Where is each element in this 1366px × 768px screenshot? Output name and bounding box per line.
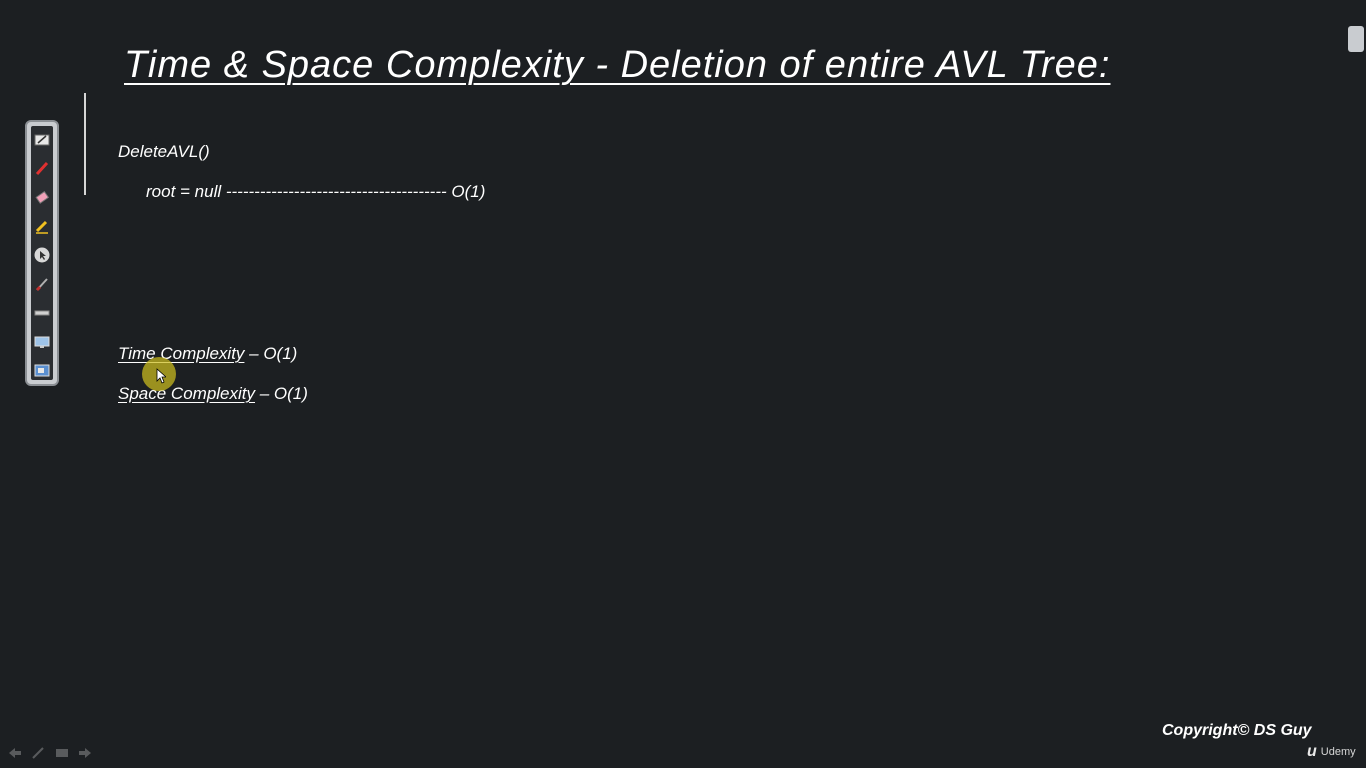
slide-title: Time & Space Complexity - Deletion of en…: [124, 44, 1111, 86]
highlighter-icon[interactable]: [33, 217, 51, 235]
ruler-icon[interactable]: [33, 304, 51, 322]
pointer-icon[interactable]: [33, 246, 51, 264]
space-complexity-label: Space Complexity: [118, 384, 256, 403]
udemy-watermark: u Udemy: [1307, 743, 1356, 761]
pen-and-paper-icon[interactable]: [33, 130, 51, 148]
udemy-logo-icon: u: [1307, 743, 1317, 760]
previous-slide-icon[interactable]: [6, 746, 22, 760]
code-statement: root = null ----------------------------…: [146, 182, 486, 201]
annotation-toolbar: [25, 120, 59, 386]
eraser-icon[interactable]: [33, 188, 51, 206]
slide-navigation: [6, 746, 94, 760]
space-complexity: Space Complexity – O(1): [118, 384, 308, 404]
red-pen-icon[interactable]: [33, 159, 51, 177]
time-complexity-label: Time Complexity: [118, 344, 245, 363]
screen-capture-icon[interactable]: [33, 362, 51, 380]
time-complexity-value: – O(1): [244, 344, 298, 363]
brush-icon[interactable]: [33, 275, 51, 293]
mouse-cursor-icon: [156, 368, 166, 384]
time-complexity: Time Complexity – O(1): [118, 344, 297, 364]
copyright-text: Copyright© DS Guy: [1162, 722, 1312, 739]
next-slide-icon[interactable]: [78, 746, 94, 760]
space-complexity-value: – O(1): [255, 384, 308, 403]
function-name: DeleteAVL(): [118, 142, 210, 161]
side-panel-toggle[interactable]: [1348, 26, 1364, 52]
slide-canvas: Time & Space Complexity - Deletion of en…: [0, 0, 1366, 768]
screen-icon[interactable]: [33, 333, 51, 351]
text-cursor-line: [84, 93, 86, 195]
slide-menu-icon[interactable]: [54, 746, 70, 760]
pen-tool-icon[interactable]: [30, 746, 46, 760]
udemy-label: Udemy: [1320, 746, 1356, 758]
